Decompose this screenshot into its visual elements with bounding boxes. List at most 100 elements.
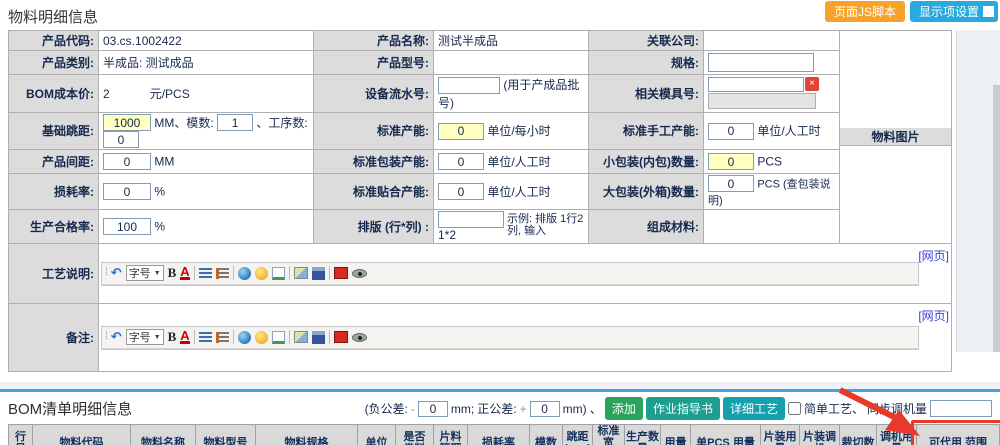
simple-process-checkbox[interactable] xyxy=(788,402,801,415)
header-buttons: 页面JS脚本 显示项设置 xyxy=(825,1,998,22)
toolbar-separator xyxy=(289,266,290,280)
preview-eye-icon[interactable] xyxy=(352,269,367,278)
col-material-name: 物料名称 xyxy=(131,425,196,445)
composite-material-label: 组成材料: xyxy=(589,210,704,244)
col-usage: 用量 xyxy=(661,425,691,445)
display-settings-button[interactable]: 显示项设置 xyxy=(910,1,998,22)
vertical-scrollbar[interactable] xyxy=(993,85,1000,352)
bom-table-wrap: 行号 物料代码 物料名称 物料型号 物料规格 单位 是否 卷料 片料 管理 损耗… xyxy=(8,424,999,445)
simple-process-label: 简单工艺、 xyxy=(804,400,864,417)
col-material-spec: 物料规格 xyxy=(256,425,358,445)
save-icon[interactable] xyxy=(312,331,325,344)
related-mold-field: × xyxy=(708,76,837,110)
col-prod-qty: 生产数量 xyxy=(625,425,661,445)
pos-tolerance-input[interactable] xyxy=(530,401,560,417)
related-mold-readonly-box xyxy=(708,93,816,109)
std-laminate-capacity-unit: 单位/人工时 xyxy=(487,185,550,199)
link-globe-icon[interactable] xyxy=(238,331,251,344)
pos-sign: + xyxy=(520,402,527,416)
edit-pad-icon[interactable] xyxy=(272,331,285,344)
std-laminate-capacity-label: 标准贴合产能: xyxy=(314,174,434,210)
display-settings-label: 显示项设置 xyxy=(919,3,979,20)
bold-icon[interactable]: B xyxy=(168,330,177,344)
product-gap-input[interactable] xyxy=(103,153,151,170)
material-image-header: 物料图片 xyxy=(840,128,951,146)
related-mold-label: 相关模具号: xyxy=(589,75,704,113)
bom-cost-unit: 元/PCS xyxy=(150,87,190,101)
pass-rate-input[interactable] xyxy=(103,218,151,235)
col-cut-count: 裁切数 xyxy=(840,425,877,445)
insert-image-icon[interactable] xyxy=(294,267,308,279)
pos-tolerance-unit: mm) 、 xyxy=(563,400,602,417)
inner-pack-qty-input[interactable] xyxy=(708,153,754,170)
loss-rate-input[interactable] xyxy=(103,183,151,200)
neg-tolerance-unit: mm; xyxy=(451,402,474,416)
process-desc-web-link[interactable]: [网页] xyxy=(918,247,949,264)
device-serial-input[interactable] xyxy=(438,77,500,94)
layout-input[interactable] xyxy=(438,211,504,228)
toolbar-separator xyxy=(329,266,330,280)
process-desc-editor-cell: ⁞ ↶ 字号▼ B A xyxy=(99,244,952,304)
font-color-icon[interactable]: A xyxy=(180,330,189,344)
toolbar-separator xyxy=(233,266,234,280)
insert-image-icon[interactable] xyxy=(294,331,308,343)
display-settings-toggle-icon[interactable] xyxy=(983,6,994,17)
undo-icon[interactable]: ↶ xyxy=(111,266,122,280)
media-icon[interactable] xyxy=(334,267,348,279)
product-category-value: 半成品: 测试成品 xyxy=(99,51,314,75)
preview-eye-icon[interactable] xyxy=(352,333,367,342)
detail-process-button[interactable]: 详细工艺 xyxy=(723,397,785,420)
pos-tolerance-label: 正公差: xyxy=(477,400,516,417)
list-icon[interactable] xyxy=(216,332,229,343)
related-mold-input[interactable] xyxy=(708,77,804,92)
base-jump-input[interactable] xyxy=(103,114,151,131)
remark-web-link[interactable]: [网页] xyxy=(918,307,949,324)
edit-pad-icon[interactable] xyxy=(272,267,285,280)
right-side-panel xyxy=(956,30,1000,352)
std-laminate-capacity-input[interactable] xyxy=(438,183,484,200)
page-js-script-button[interactable]: 页面JS脚本 xyxy=(825,1,905,22)
save-icon[interactable] xyxy=(312,267,325,280)
font-size-select[interactable]: 字号▼ xyxy=(126,329,164,345)
col-is-roll: 是否 卷料 xyxy=(396,425,434,445)
toolbar-separator xyxy=(194,330,195,344)
font-color-icon[interactable]: A xyxy=(180,266,189,280)
clear-mold-icon[interactable]: × xyxy=(805,77,819,91)
col-per-pcs-usage: 单PCS 用量 xyxy=(691,425,761,445)
list-icon[interactable] xyxy=(216,268,229,279)
emoticon-icon[interactable] xyxy=(255,331,268,344)
col-material-code: 物料代码 xyxy=(33,425,131,445)
neg-sign: - xyxy=(411,402,415,416)
process-count-input[interactable] xyxy=(103,131,139,148)
bom-table: 行号 物料代码 物料名称 物料型号 物料规格 单位 是否 卷料 片料 管理 损耗… xyxy=(8,424,1000,445)
modulus-input[interactable] xyxy=(217,114,253,131)
pass-rate-label: 生产合格率: xyxy=(9,210,99,244)
sync-machine-input[interactable] xyxy=(930,400,992,417)
spec-label: 规格: xyxy=(589,51,704,75)
std-pack-capacity-unit: 单位/人工时 xyxy=(487,155,550,169)
col-line-no: 行号 xyxy=(9,425,33,445)
bold-icon[interactable]: B xyxy=(168,266,177,280)
std-pack-capacity-input[interactable] xyxy=(438,153,484,170)
spec-input[interactable] xyxy=(708,53,814,72)
undo-icon[interactable]: ↶ xyxy=(111,330,122,344)
work-instruction-button[interactable]: 作业指导书 xyxy=(646,397,720,420)
neg-tolerance-input[interactable] xyxy=(418,401,448,417)
pass-rate-unit: % xyxy=(154,220,165,234)
material-form-table: 产品代码: 03.cs.1002422 产品名称: 测试半成品 关联公司: 物料… xyxy=(8,30,952,372)
toolbar-handle-icon: ⁞ xyxy=(105,330,107,344)
bom-cost-value: 2 xyxy=(103,87,110,101)
add-button[interactable]: 添加 xyxy=(605,397,643,420)
media-icon[interactable] xyxy=(334,331,348,343)
std-capacity-input[interactable] xyxy=(438,123,484,140)
std-manual-capacity-label: 标准手工产能: xyxy=(589,112,704,150)
align-icon[interactable] xyxy=(199,268,212,279)
font-size-select[interactable]: 字号▼ xyxy=(126,265,164,281)
outer-pack-qty-input[interactable] xyxy=(708,175,754,192)
toolbar-separator xyxy=(194,266,195,280)
std-manual-capacity-input[interactable] xyxy=(708,123,754,140)
align-icon[interactable] xyxy=(199,332,212,343)
emoticon-icon[interactable] xyxy=(255,267,268,280)
link-globe-icon[interactable] xyxy=(238,267,251,280)
product-gap-label: 产品间距: xyxy=(9,150,99,174)
